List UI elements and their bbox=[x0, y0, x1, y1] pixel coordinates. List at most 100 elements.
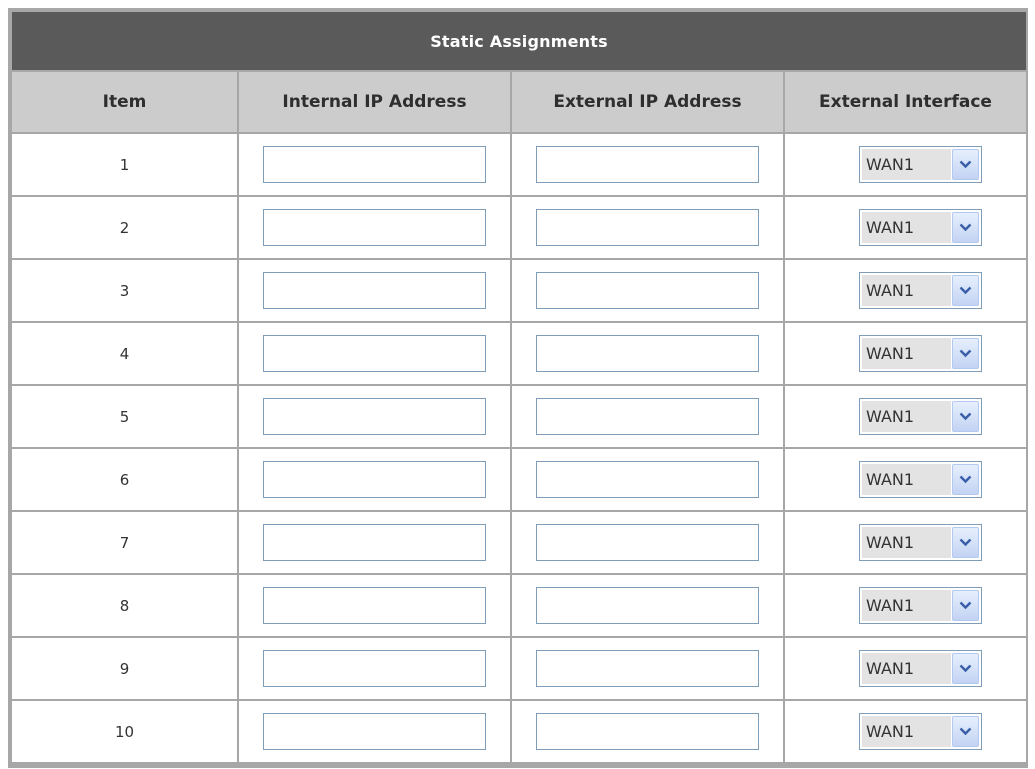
external-ip-input[interactable] bbox=[536, 461, 759, 498]
internal-ip-input[interactable] bbox=[263, 650, 486, 687]
external-interface-select[interactable]: WAN1 bbox=[859, 650, 982, 687]
item-cell: 5 bbox=[12, 386, 237, 447]
dropdown-button[interactable] bbox=[952, 464, 979, 495]
internal-ip-cell bbox=[239, 260, 510, 321]
item-number: 5 bbox=[119, 408, 130, 426]
external-interface-cell: WAN1 bbox=[785, 260, 1026, 321]
internal-ip-input[interactable] bbox=[263, 272, 486, 309]
external-interface-cell: WAN1 bbox=[785, 386, 1026, 447]
external-interface-value: WAN1 bbox=[862, 464, 951, 495]
chevron-down-icon bbox=[959, 727, 972, 736]
table-row: 7 WAN1 bbox=[12, 512, 1026, 573]
internal-ip-input[interactable] bbox=[263, 524, 486, 561]
external-ip-cell bbox=[512, 323, 783, 384]
table-row: 6 WAN1 bbox=[12, 449, 1026, 510]
external-interface-select[interactable]: WAN1 bbox=[859, 146, 982, 183]
item-cell: 3 bbox=[12, 260, 237, 321]
chevron-down-icon bbox=[959, 538, 972, 547]
chevron-down-icon bbox=[959, 286, 972, 295]
external-interface-cell: WAN1 bbox=[785, 701, 1026, 762]
dropdown-button[interactable] bbox=[952, 401, 979, 432]
item-number: 2 bbox=[119, 219, 130, 237]
external-interface-value: WAN1 bbox=[862, 590, 951, 621]
external-interface-cell: WAN1 bbox=[785, 134, 1026, 195]
external-interface-select[interactable]: WAN1 bbox=[859, 272, 982, 309]
chevron-down-icon bbox=[959, 475, 972, 484]
external-interface-value: WAN1 bbox=[862, 653, 951, 684]
item-number: 3 bbox=[119, 282, 130, 300]
internal-ip-cell bbox=[239, 575, 510, 636]
external-ip-input[interactable] bbox=[536, 209, 759, 246]
external-interface-select[interactable]: WAN1 bbox=[859, 209, 982, 246]
internal-ip-input[interactable] bbox=[263, 587, 486, 624]
internal-ip-input[interactable] bbox=[263, 713, 486, 750]
internal-ip-cell bbox=[239, 386, 510, 447]
dropdown-button[interactable] bbox=[952, 275, 979, 306]
external-ip-cell bbox=[512, 638, 783, 699]
chevron-down-icon bbox=[959, 349, 972, 358]
external-ip-input[interactable] bbox=[536, 335, 759, 372]
item-number: 10 bbox=[114, 723, 135, 741]
table-row: 3 WAN1 bbox=[12, 260, 1026, 321]
internal-ip-cell bbox=[239, 638, 510, 699]
external-interface-select[interactable]: WAN1 bbox=[859, 587, 982, 624]
external-interface-select[interactable]: WAN1 bbox=[859, 398, 982, 435]
dropdown-button[interactable] bbox=[952, 590, 979, 621]
table-row: 2 WAN1 bbox=[12, 197, 1026, 258]
dropdown-button[interactable] bbox=[952, 212, 979, 243]
internal-ip-cell bbox=[239, 323, 510, 384]
external-interface-cell: WAN1 bbox=[785, 512, 1026, 573]
chevron-down-icon bbox=[959, 664, 972, 673]
external-interface-select[interactable]: WAN1 bbox=[859, 461, 982, 498]
external-ip-cell bbox=[512, 575, 783, 636]
column-header-item: Item bbox=[12, 72, 237, 132]
table-row: 4 WAN1 bbox=[12, 323, 1026, 384]
external-ip-cell bbox=[512, 134, 783, 195]
chevron-down-icon bbox=[959, 160, 972, 169]
external-ip-input[interactable] bbox=[536, 398, 759, 435]
external-ip-input[interactable] bbox=[536, 587, 759, 624]
internal-ip-input[interactable] bbox=[263, 398, 486, 435]
dropdown-button[interactable] bbox=[952, 716, 979, 747]
column-header-internal-ip: Internal IP Address bbox=[239, 72, 510, 132]
dropdown-button[interactable] bbox=[952, 653, 979, 684]
internal-ip-input[interactable] bbox=[263, 461, 486, 498]
static-assignments-table: Static Assignments Item Internal IP Addr… bbox=[10, 10, 1028, 764]
external-interface-cell: WAN1 bbox=[785, 575, 1026, 636]
external-ip-input[interactable] bbox=[536, 713, 759, 750]
item-cell: 2 bbox=[12, 197, 237, 258]
dropdown-button[interactable] bbox=[952, 338, 979, 369]
external-ip-input[interactable] bbox=[536, 146, 759, 183]
external-ip-input[interactable] bbox=[536, 272, 759, 309]
item-cell: 8 bbox=[12, 575, 237, 636]
external-interface-value: WAN1 bbox=[862, 401, 951, 432]
external-interface-value: WAN1 bbox=[862, 338, 951, 369]
external-interface-value: WAN1 bbox=[862, 149, 951, 180]
external-ip-cell bbox=[512, 701, 783, 762]
table-row: 1 WAN1 bbox=[12, 134, 1026, 195]
internal-ip-cell bbox=[239, 512, 510, 573]
item-cell: 6 bbox=[12, 449, 237, 510]
internal-ip-input[interactable] bbox=[263, 335, 486, 372]
chevron-down-icon bbox=[959, 412, 972, 421]
item-cell: 7 bbox=[12, 512, 237, 573]
external-ip-cell bbox=[512, 386, 783, 447]
column-header-external-ip: External IP Address bbox=[512, 72, 783, 132]
internal-ip-input[interactable] bbox=[263, 146, 486, 183]
item-number: 4 bbox=[119, 345, 130, 363]
table-row: 9 WAN1 bbox=[12, 638, 1026, 699]
external-interface-select[interactable]: WAN1 bbox=[859, 335, 982, 372]
external-interface-select[interactable]: WAN1 bbox=[859, 713, 982, 750]
external-ip-cell bbox=[512, 197, 783, 258]
item-number: 9 bbox=[119, 660, 130, 678]
table-row: 8 WAN1 bbox=[12, 575, 1026, 636]
external-interface-select[interactable]: WAN1 bbox=[859, 524, 982, 561]
internal-ip-input[interactable] bbox=[263, 209, 486, 246]
external-ip-input[interactable] bbox=[536, 650, 759, 687]
column-header-external-interface: External Interface bbox=[785, 72, 1026, 132]
item-cell: 10 bbox=[12, 701, 237, 762]
external-interface-value: WAN1 bbox=[862, 275, 951, 306]
external-ip-input[interactable] bbox=[536, 524, 759, 561]
dropdown-button[interactable] bbox=[952, 149, 979, 180]
dropdown-button[interactable] bbox=[952, 527, 979, 558]
